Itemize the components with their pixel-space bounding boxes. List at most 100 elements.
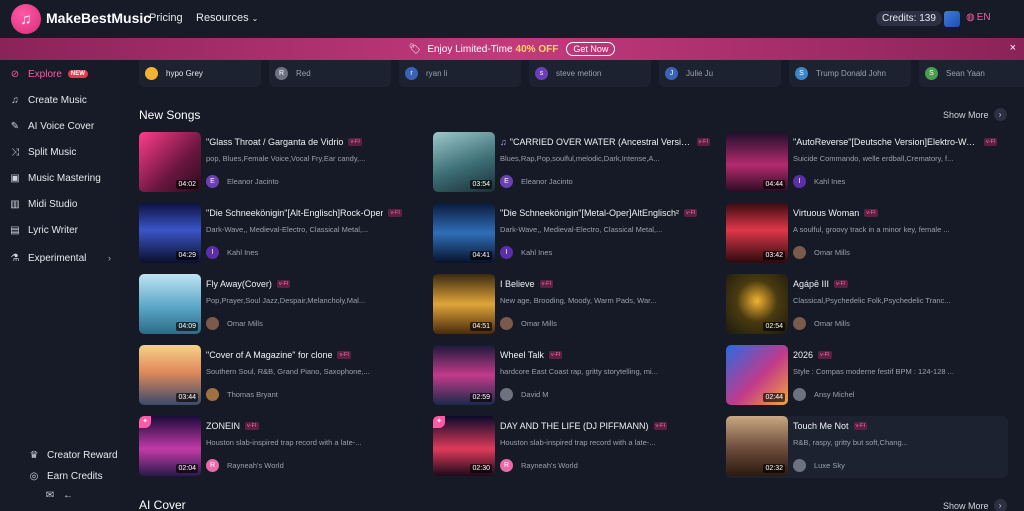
song-title[interactable]: "Die Schneekönigin"[Alt-Englisch]Rock-Op… xyxy=(206,208,383,218)
song-card[interactable]: 03:54 ♫ "CARRIED OVER WATER (Ancestral Ver… xyxy=(433,132,715,194)
new-badge: NEW xyxy=(67,70,88,78)
collapse-sidebar-button[interactable]: ← xyxy=(62,487,81,503)
song-artist[interactable]: Omar Mills xyxy=(793,317,850,330)
song-card[interactable]: 04:29 "Die Schneekönigin"[Alt-Englisch]Ro… xyxy=(139,203,421,265)
globe-icon: ◍ xyxy=(966,12,975,23)
song-title[interactable]: I Believe xyxy=(500,279,535,289)
song-title[interactable]: "CARRIED OVER WATER (Ancestral Versio... xyxy=(510,137,692,147)
song-cover-image[interactable]: 02:59 xyxy=(433,345,495,405)
song-card[interactable]: 04:51 I Believe v-FI New age, Brooding, Moo… xyxy=(433,274,715,336)
song-artist[interactable]: R Rayneah's World xyxy=(500,459,578,472)
song-title[interactable]: DAY AND THE LIFE (DJ PIFFMANN) xyxy=(500,421,649,431)
song-artist[interactable]: David M xyxy=(500,388,549,401)
earn-credits-link[interactable]: ◎ Earn Credits xyxy=(28,468,103,484)
song-cover-image[interactable]: 02:32 xyxy=(726,416,788,476)
ai-cover-show-more[interactable]: Show More › xyxy=(943,499,1007,511)
song-title[interactable]: "Glass Throat / Garganta de Vidrio xyxy=(206,137,343,147)
song-artist[interactable]: I Kahl Ines xyxy=(206,246,258,259)
song-tags: pop, Blues,Female Voice,Vocal Fry,Ear ca… xyxy=(206,154,366,163)
song-title-row: ♫ "CARRIED OVER WATER (Ancestral Versio..… xyxy=(500,137,710,147)
sidebar-item-explore[interactable]: ⊘ Explore NEW xyxy=(9,66,88,82)
song-cover-image[interactable]: ✦ 02:30 xyxy=(433,416,495,476)
song-cover-image[interactable]: 04:41 xyxy=(433,203,495,263)
sidebar-item-ai-voice-cover[interactable]: ✎ AI Voice Cover xyxy=(9,118,94,134)
nav-pricing[interactable]: Pricing xyxy=(149,12,183,24)
song-title[interactable]: Virtuous Woman xyxy=(793,208,859,218)
mail-button[interactable]: ✉ xyxy=(44,487,63,503)
sidebar-item-music-mastering[interactable]: ▣ Music Mastering xyxy=(9,170,101,186)
song-card[interactable]: 02:44 2026 v-FI Style : Compas moderne fest… xyxy=(726,345,1008,407)
artist-avatar: S xyxy=(925,67,938,80)
sidebar-item-midi-studio[interactable]: ▥ Midi Studio xyxy=(9,196,77,212)
song-title[interactable]: Wheel Talk xyxy=(500,350,544,360)
artist-card[interactable]: J Julie Ju xyxy=(659,60,781,87)
song-cover-image[interactable]: 03:44 xyxy=(139,345,201,405)
song-card[interactable]: 03:44 "Cover of A Magazine" for clone v-FI… xyxy=(139,345,421,407)
nav-resources[interactable]: Resources ⌄ xyxy=(196,12,258,24)
song-artist[interactable]: E Eleanor Jacinto xyxy=(206,175,279,188)
song-cover-image[interactable]: 04:29 xyxy=(139,203,201,263)
sidebar-item-split-music[interactable]: ⤨ Split Music xyxy=(9,144,76,160)
song-artist[interactable]: I Kahl Ines xyxy=(793,175,845,188)
song-card[interactable]: 04:44 "AutoReverse"[Deutsche Version]Elek… xyxy=(726,132,1008,194)
song-title[interactable]: "AutoReverse"[Deutsche Version]Elektro-W… xyxy=(793,137,979,147)
song-cover-image[interactable]: 02:54 xyxy=(726,274,788,334)
song-artist[interactable]: Ansy Michel xyxy=(793,388,854,401)
song-card[interactable]: ✦ 02:30 DAY AND THE LIFE (DJ PIFFMANN) v-FI… xyxy=(433,416,715,478)
song-artist[interactable]: Omar Mills xyxy=(793,246,850,259)
song-artist[interactable]: Omar Mills xyxy=(500,317,557,330)
song-title[interactable]: 2026 xyxy=(793,350,813,360)
artist-card[interactable]: r ryan li xyxy=(399,60,521,87)
close-icon[interactable]: × xyxy=(1010,42,1016,54)
song-cover-image[interactable]: 03:42 xyxy=(726,203,788,263)
artist-card[interactable]: S Sean Yaan xyxy=(919,60,1024,87)
artist-avatar: E xyxy=(500,175,513,188)
artist-card[interactable]: s steve metion xyxy=(529,60,651,87)
song-artist[interactable]: Omar Mills xyxy=(206,317,263,330)
song-cover-image[interactable]: 04:51 xyxy=(433,274,495,334)
song-title[interactable]: "Die Schneekönigin"[Metal-Oper]AltEnglis… xyxy=(500,208,679,218)
song-artist[interactable]: R Rayneah's World xyxy=(206,459,284,472)
song-title[interactable]: "Cover of A Magazine" for clone xyxy=(206,350,332,360)
artist-card[interactable]: hypo Grey xyxy=(139,60,261,87)
song-title[interactable]: Fly Away(Cover) xyxy=(206,279,272,289)
song-card[interactable]: ✦ 02:04 ZONEIN v-FI Houston slab-inspired tr… xyxy=(139,416,421,478)
song-cover-image[interactable]: 04:02 xyxy=(139,132,201,192)
song-duration: 03:54 xyxy=(470,180,492,189)
sidebar-item-lyric-writer[interactable]: ▤ Lyric Writer xyxy=(9,222,78,238)
artist-avatar xyxy=(793,388,806,401)
get-now-button[interactable]: Get Now xyxy=(566,42,616,56)
song-card[interactable]: 02:32 Touch Me Not v-FI R&B, raspy, gritty … xyxy=(726,416,1008,478)
song-cover-image[interactable]: 03:54 xyxy=(433,132,495,192)
sidebar-item-experimental[interactable]: ⚗ Experimental › xyxy=(9,250,111,266)
song-cover-image[interactable]: 04:44 xyxy=(726,132,788,192)
song-card[interactable]: 03:42 Virtuous Woman v-FI A soulful, groovy… xyxy=(726,203,1008,265)
song-title[interactable]: ZONEIN xyxy=(206,421,240,431)
song-artist[interactable]: I Kahl Ines xyxy=(500,246,552,259)
sidebar-item-create-music[interactable]: ♫ Create Music xyxy=(9,92,87,108)
song-card[interactable]: 04:02 "Glass Throat / Garganta de Vidrio v… xyxy=(139,132,421,194)
artist-card[interactable]: S Trump Donald John xyxy=(789,60,911,87)
song-card[interactable]: 04:41 "Die Schneekönigin"[Metal-Oper]AltE… xyxy=(433,203,715,265)
user-avatar[interactable] xyxy=(944,11,960,27)
language-selector[interactable]: ◍ EN xyxy=(966,12,991,23)
logo-icon[interactable]: ♫ xyxy=(11,4,41,34)
creator-reward-link[interactable]: ♛ Creator Reward xyxy=(28,447,118,463)
song-cover-image[interactable]: 04:09 xyxy=(139,274,201,334)
song-cover-image[interactable]: ✦ 02:04 xyxy=(139,416,201,476)
credits-badge[interactable]: Credits: 139 xyxy=(876,11,942,26)
song-card[interactable]: 04:09 Fly Away(Cover) v-FI Pop,Prayer,Soul … xyxy=(139,274,421,336)
song-card[interactable]: 02:54 Agápē III v-FI Classical,Psychedelic … xyxy=(726,274,1008,336)
song-title[interactable]: Agápē III xyxy=(793,279,829,289)
new-songs-show-more[interactable]: Show More › xyxy=(943,108,1007,121)
song-card[interactable]: 02:59 Wheel Talk v-FI hardcore East Coast r… xyxy=(433,345,715,407)
artist-card[interactable]: R Red xyxy=(269,60,391,87)
song-title[interactable]: Touch Me Not xyxy=(793,421,849,431)
version-tag: v-FI xyxy=(348,138,362,146)
song-artist[interactable]: Thomas Bryant xyxy=(206,388,278,401)
song-artist[interactable]: Luxe Sky xyxy=(793,459,845,472)
song-cover-image[interactable]: 02:44 xyxy=(726,345,788,405)
brand-name[interactable]: MakeBestMusic xyxy=(46,10,151,26)
version-tag: v-FI xyxy=(853,422,868,430)
song-artist[interactable]: E Eleanor Jacinto xyxy=(500,175,573,188)
